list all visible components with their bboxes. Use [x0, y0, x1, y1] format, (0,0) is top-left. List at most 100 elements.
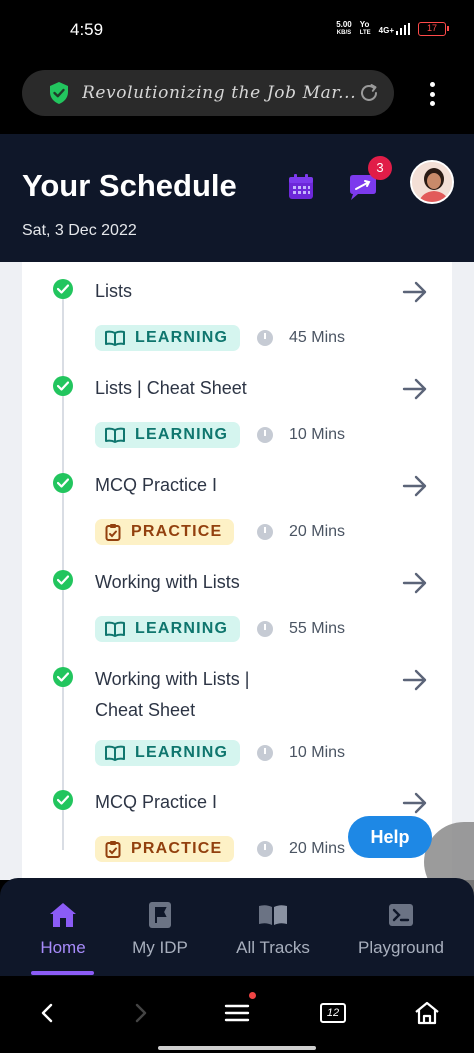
app-header: Your Schedule Sat, 3 Dec 2022	[0, 134, 474, 262]
page-title: Your Schedule	[22, 168, 237, 203]
status-bar: 4:59 5.00 KB/S Yo LTE 4G+ 17	[0, 0, 474, 62]
item-title[interactable]: Lists	[95, 276, 345, 307]
schedule-panel: Lists LEARNING 45 Mins Lists | Cheat She…	[22, 262, 452, 880]
notification-badge: 3	[368, 156, 392, 180]
clock-icon	[257, 621, 273, 637]
sim2-indicator: 4G+	[379, 23, 410, 35]
type-tag: LEARNING	[95, 325, 241, 351]
arrow-right-icon[interactable]	[402, 378, 428, 400]
tabs-icon: 12	[320, 1003, 346, 1023]
type-tag: PRACTICE	[95, 836, 235, 862]
back-button[interactable]	[32, 998, 62, 1028]
clock-icon	[257, 330, 273, 346]
forward-button[interactable]	[126, 998, 156, 1028]
type-label: PRACTICE	[131, 523, 223, 540]
nav-my-idp[interactable]: My IDP	[128, 900, 192, 958]
schedule-date: Sat, 3 Dec 2022	[22, 222, 137, 239]
chevron-right-icon	[135, 1003, 147, 1023]
sim1-label: Yo	[359, 20, 370, 29]
clock-icon	[257, 524, 273, 540]
book-open-icon	[105, 427, 125, 443]
url-text[interactable]: Revolutionizing the Job Mar...	[82, 83, 358, 103]
duration: 55 Mins	[289, 620, 346, 637]
signal-icon	[396, 23, 410, 35]
book-icon	[259, 905, 287, 925]
type-tag: LEARNING	[95, 616, 241, 642]
battery-icon: 17	[418, 22, 449, 36]
arrow-right-icon[interactable]	[402, 281, 428, 303]
sim2-label: 4G+	[378, 26, 394, 35]
duration: 10 Mins	[289, 744, 346, 761]
arrow-right-icon[interactable]	[402, 572, 428, 594]
duration: 20 Mins	[289, 523, 346, 540]
house-icon	[415, 1001, 439, 1025]
duration: 45 Mins	[289, 329, 346, 346]
network-speed-unit: KB/S	[336, 30, 352, 36]
active-tab-indicator	[31, 971, 94, 975]
clock-icon	[257, 841, 273, 857]
arrow-right-icon[interactable]	[402, 669, 428, 691]
item-title[interactable]: Lists | Cheat Sheet	[95, 373, 345, 404]
type-tag: PRACTICE	[95, 519, 235, 545]
home-button[interactable]	[412, 998, 442, 1028]
shield-check-icon	[50, 82, 68, 104]
battery-level: 17	[426, 23, 437, 33]
check-icon	[53, 570, 73, 590]
arrow-right-icon[interactable]	[402, 792, 428, 814]
book-open-icon	[105, 745, 125, 761]
status-icons: 5.00 KB/S Yo LTE 4G+ 17	[336, 20, 449, 38]
menu-button[interactable]	[222, 992, 256, 1028]
check-icon	[53, 667, 73, 687]
menu-notification-dot	[249, 992, 256, 999]
check-icon	[53, 473, 73, 493]
network-speed-value: 5.00	[336, 20, 352, 29]
nav-all-tracks[interactable]: All Tracks	[230, 900, 316, 958]
terminal-icon	[389, 904, 413, 926]
gesture-bar	[158, 1046, 316, 1050]
item-title[interactable]: MCQ Practice I	[95, 470, 345, 501]
nav-my-idp-label: My IDP	[132, 938, 188, 957]
type-label: LEARNING	[135, 426, 229, 443]
book-open-icon	[105, 330, 125, 346]
avatar[interactable]	[410, 160, 454, 204]
arrow-right-icon[interactable]	[402, 475, 428, 497]
bottom-nav: Home My IDP All Tracks Playground	[0, 878, 474, 976]
type-label: LEARNING	[135, 329, 229, 346]
schedule-content: Lists LEARNING 45 Mins Lists | Cheat She…	[0, 262, 474, 880]
type-label: PRACTICE	[131, 840, 223, 857]
url-bar[interactable]: Revolutionizing the Job Mar...	[22, 70, 394, 116]
item-title[interactable]: MCQ Practice I	[95, 787, 345, 818]
calendar-icon[interactable]	[286, 172, 316, 202]
nav-home[interactable]: Home	[30, 900, 96, 958]
tabs-button[interactable]: 12	[318, 998, 348, 1028]
nav-all-tracks-label: All Tracks	[236, 938, 310, 957]
nav-home-label: Home	[40, 938, 86, 957]
help-button[interactable]: Help	[348, 816, 432, 858]
type-label: LEARNING	[135, 620, 229, 637]
duration: 20 Mins	[289, 840, 346, 857]
type-tag: LEARNING	[95, 422, 241, 448]
item-title[interactable]: Working with Lists | Cheat Sheet	[95, 664, 285, 726]
chevron-left-icon	[41, 1003, 53, 1023]
sim1-sub-label: LTE	[359, 30, 371, 36]
clipboard-check-icon	[105, 524, 121, 541]
type-label: LEARNING	[135, 744, 229, 761]
nav-playground[interactable]: Playground	[354, 900, 448, 958]
status-time: 4:59	[70, 20, 104, 39]
duration: 10 Mins	[289, 426, 346, 443]
home-icon	[50, 903, 76, 927]
type-tag: LEARNING	[95, 740, 241, 766]
check-icon	[53, 376, 73, 396]
reload-icon[interactable]	[358, 82, 380, 104]
browser-toolbar: Revolutionizing the Job Mar...	[0, 62, 474, 134]
sim1-indicator: Yo LTE	[360, 20, 371, 38]
more-options-icon[interactable]	[420, 82, 444, 106]
clipboard-check-icon	[105, 841, 121, 858]
flag-icon	[149, 902, 171, 928]
item-title[interactable]: Working with Lists	[95, 567, 345, 598]
tabs-count: 12	[326, 1007, 340, 1019]
check-icon	[53, 790, 73, 810]
clock-icon	[257, 745, 273, 761]
nav-playground-label: Playground	[357, 938, 444, 957]
clock-icon	[257, 427, 273, 443]
